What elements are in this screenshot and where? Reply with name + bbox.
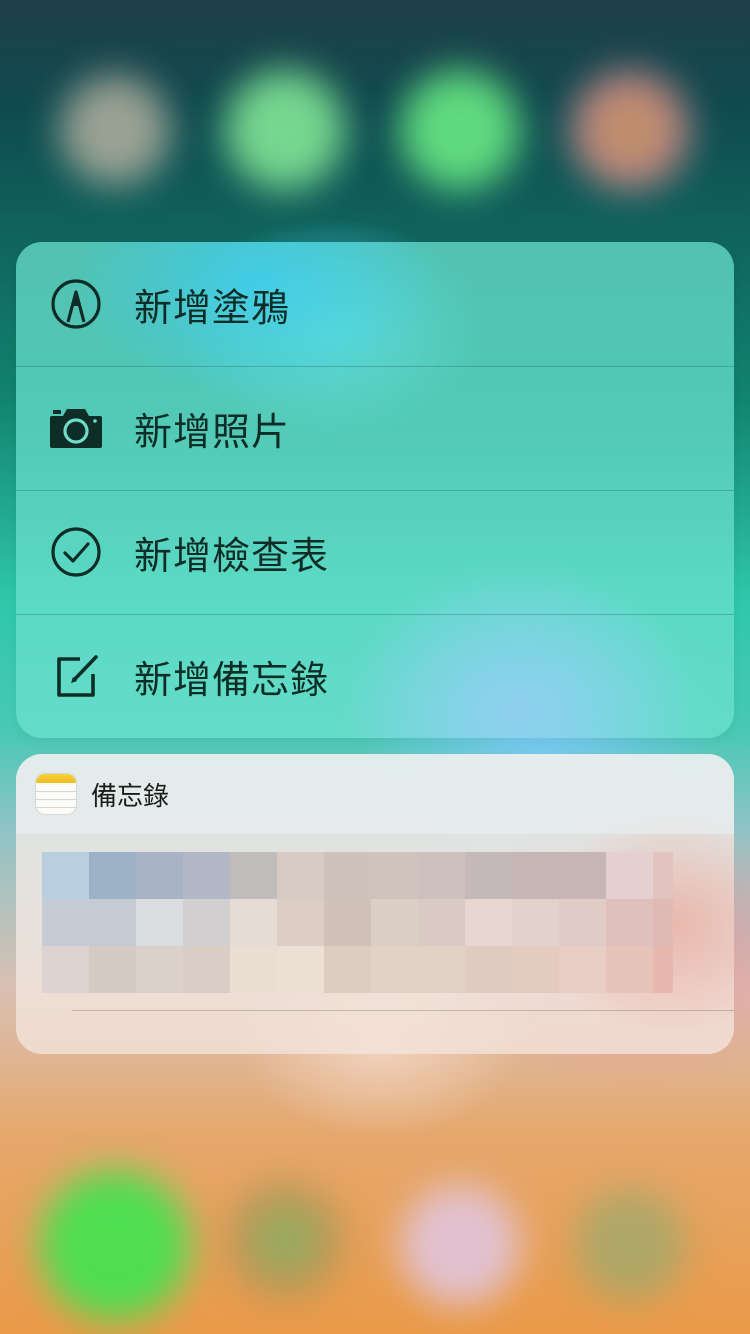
widget-app-name: 備忘錄 [91, 782, 170, 812]
quick-actions-menu: 新增塗鴉 新增照片 新增檢查表 新增備忘錄 [16, 242, 734, 738]
blurred-app-icon [570, 70, 690, 190]
blurred-app-icon [60, 75, 170, 185]
blurred-dock-icon [575, 1190, 685, 1300]
blurred-app-icon [400, 70, 520, 190]
quick-action-new-checklist[interactable]: 新增檢查表 [16, 490, 734, 614]
notes-widget[interactable]: 備忘錄 [16, 754, 734, 1054]
quick-action-label: 新增檢查表 [134, 533, 330, 578]
compose-note-icon [46, 646, 106, 706]
quick-action-new-sketch[interactable]: 新增塗鴉 [16, 242, 734, 366]
blurred-dock-icon [40, 1170, 190, 1320]
widget-divider [72, 1010, 734, 1011]
blurred-dock-icon [400, 1185, 520, 1305]
blurred-app-icon [225, 70, 345, 190]
quick-action-label: 新增備忘錄 [134, 657, 330, 702]
camera-icon [46, 398, 106, 458]
quick-action-new-photo[interactable]: 新增照片 [16, 366, 734, 490]
quick-action-new-note[interactable]: 新增備忘錄 [16, 614, 734, 738]
notes-app-icon [36, 774, 76, 814]
quick-action-label: 新增照片 [134, 409, 291, 454]
checklist-icon [46, 522, 106, 582]
widget-header: 備忘錄 [16, 754, 734, 834]
blurred-dock-icon [225, 1180, 345, 1300]
quick-action-label: 新增塗鴉 [134, 285, 291, 330]
sketch-pen-icon [46, 274, 106, 334]
